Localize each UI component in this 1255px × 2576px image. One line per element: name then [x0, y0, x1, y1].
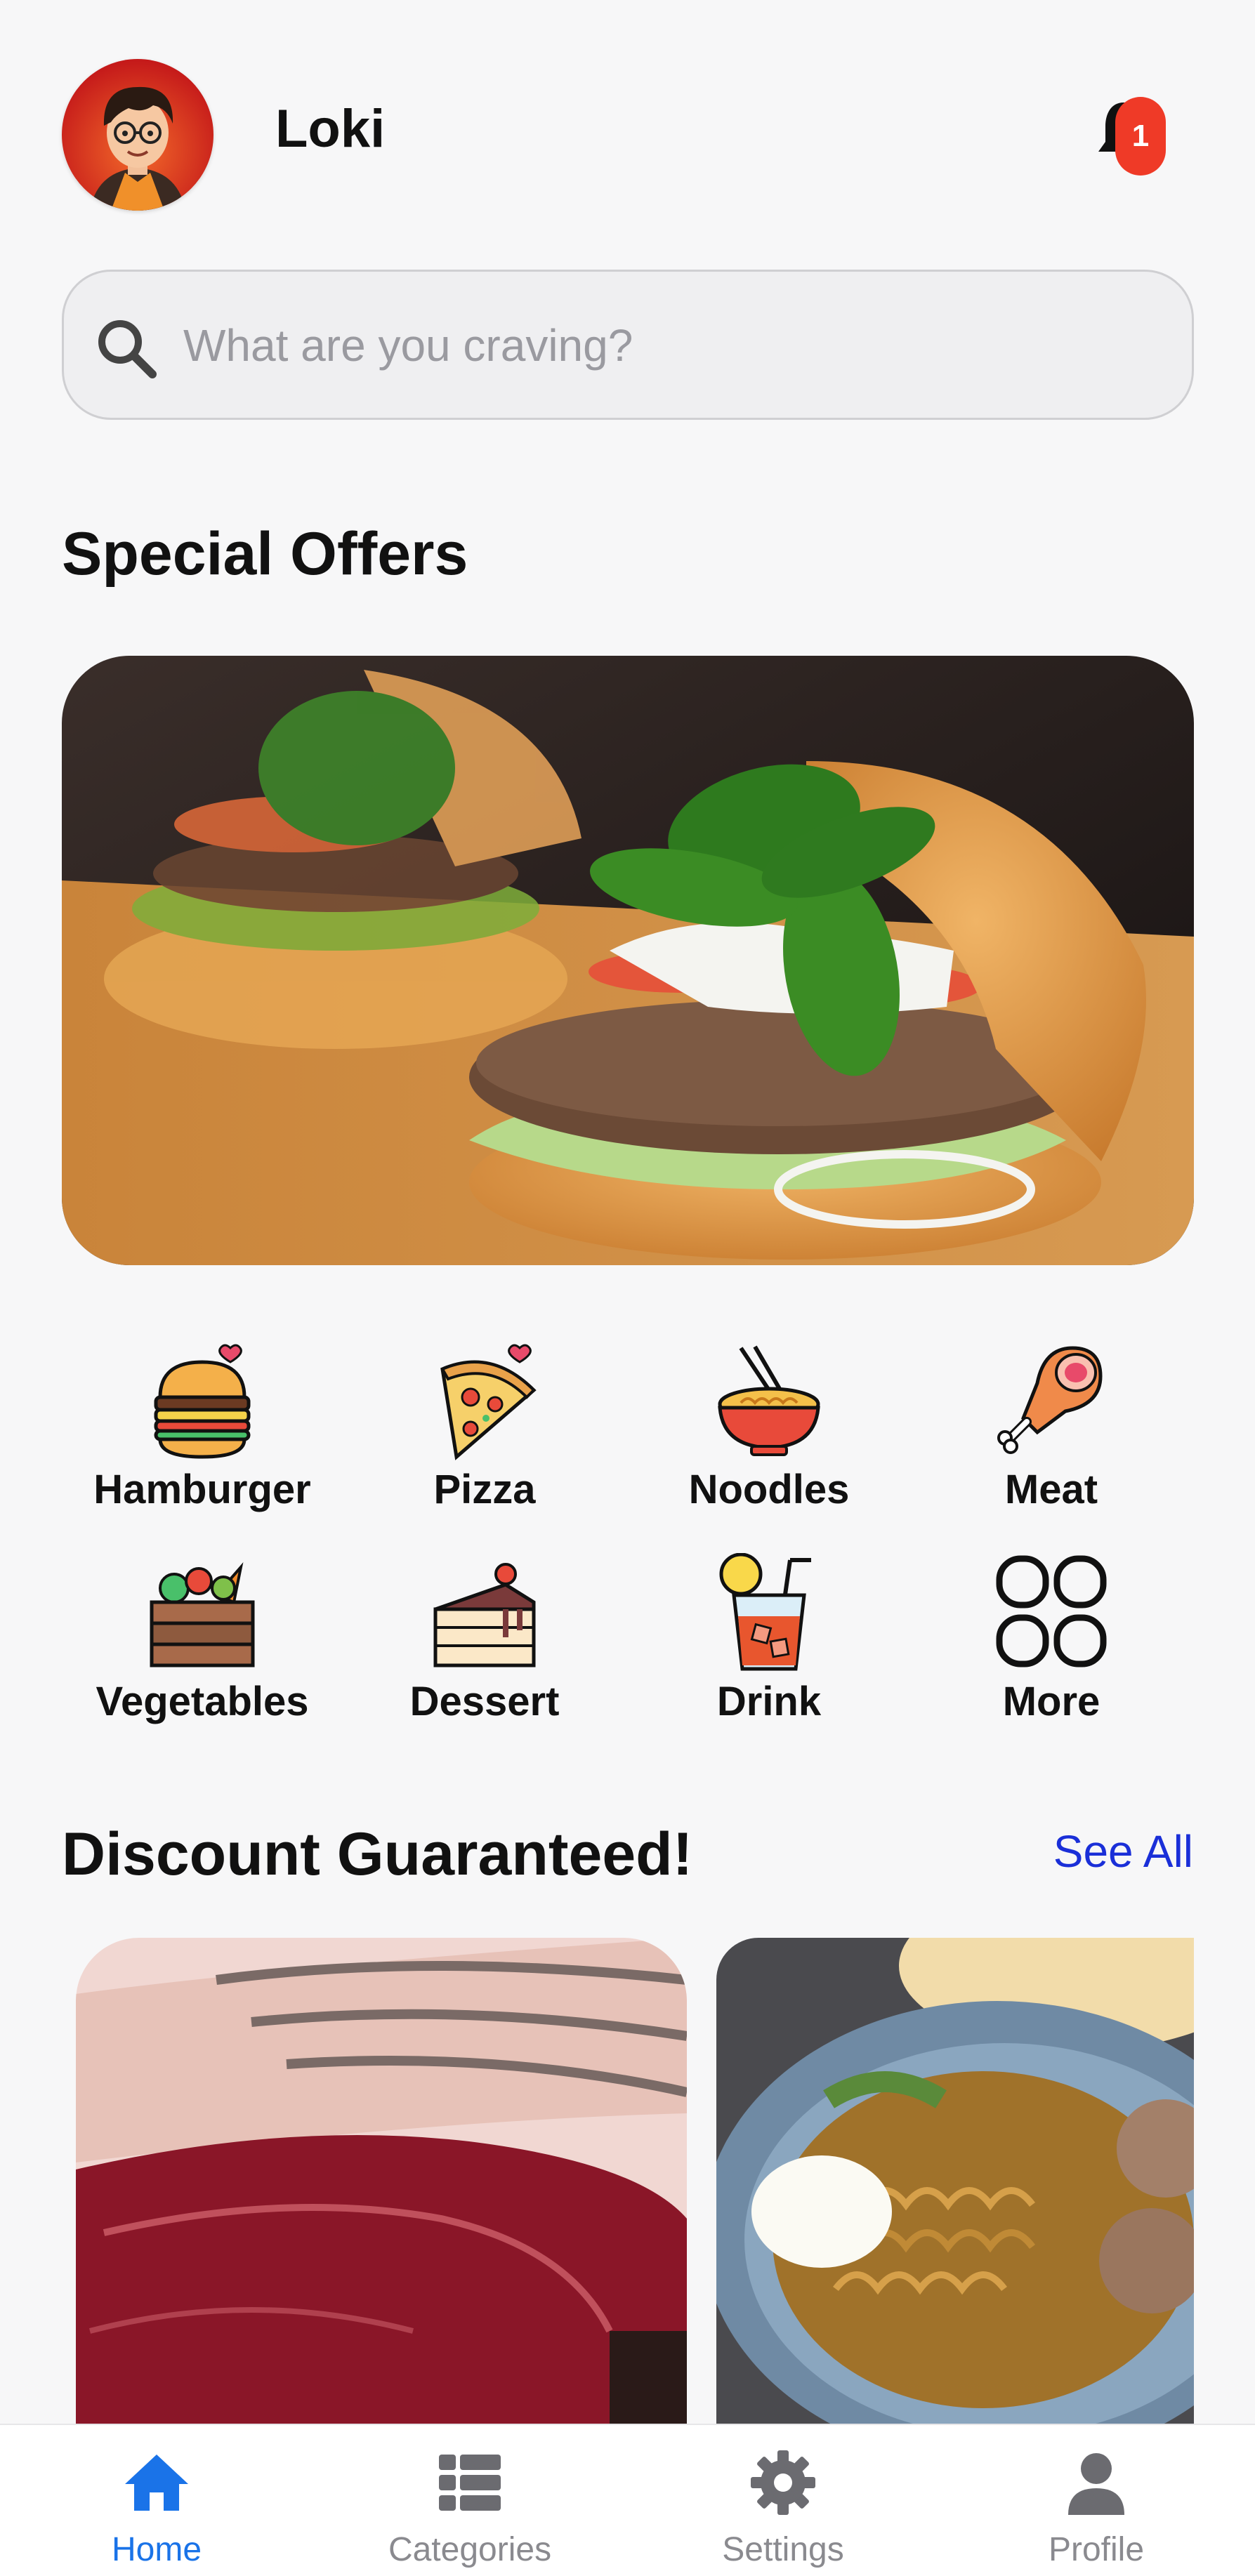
- category-drink[interactable]: Drink: [629, 1553, 909, 1757]
- notification-badge: 1: [1115, 97, 1166, 176]
- category-label: Hamburger: [93, 1467, 311, 1512]
- hamburger-icon: [154, 1344, 251, 1459]
- see-all-link[interactable]: See All: [1053, 1825, 1193, 1877]
- noodle-bowl-photo: [716, 1938, 1194, 2429]
- discount-card-meat[interactable]: [76, 1938, 687, 2429]
- gear-icon: [751, 2450, 815, 2515]
- list-icon: [439, 2455, 501, 2511]
- home-icon: [125, 2455, 188, 2511]
- noodles-icon: [718, 1345, 820, 1456]
- bottom-nav: Home Categories Settings Profile: [0, 2424, 1255, 2576]
- pizza-icon: [440, 1344, 537, 1460]
- dessert-icon: [433, 1563, 536, 1667]
- drink-icon: [719, 1553, 811, 1671]
- category-meat[interactable]: Meat: [911, 1341, 1192, 1545]
- category-hamburger[interactable]: Hamburger: [62, 1341, 343, 1545]
- notification-button[interactable]: 1: [1082, 91, 1173, 183]
- special-offer-banner[interactable]: [62, 656, 1194, 1265]
- nav-categories[interactable]: Categories: [313, 2425, 626, 2576]
- search-bar[interactable]: [62, 270, 1194, 420]
- discount-title: Discount Guaranteed!: [62, 1821, 693, 1888]
- user-name: Loki: [275, 99, 386, 159]
- category-pizza[interactable]: Pizza: [344, 1341, 625, 1545]
- category-label: Meat: [1004, 1467, 1098, 1512]
- category-label: More: [1002, 1679, 1100, 1724]
- burger-photo: [62, 656, 1194, 1265]
- nav-label: Home: [111, 2531, 202, 2568]
- avatar[interactable]: [62, 59, 213, 211]
- search-icon: [98, 320, 157, 378]
- steak-photo: [76, 1938, 687, 2429]
- nav-label: Profile: [1048, 2531, 1145, 2568]
- category-vegetables[interactable]: Vegetables: [62, 1553, 343, 1757]
- nav-label: Categories: [388, 2531, 552, 2568]
- category-label: Dessert: [409, 1679, 560, 1724]
- more-grid-icon: [996, 1555, 1107, 1667]
- nav-settings[interactable]: Settings: [626, 2425, 940, 2576]
- special-offers-title: Special Offers: [62, 520, 468, 588]
- category-noodles[interactable]: Noodles: [629, 1341, 909, 1545]
- nav-profile[interactable]: Profile: [940, 2425, 1253, 2576]
- discount-card-noodles[interactable]: [716, 1938, 1194, 2429]
- home-screen: Loki 1 Special Offers: [0, 0, 1255, 2576]
- category-label: Pizza: [433, 1467, 536, 1512]
- vegetables-icon: [150, 1562, 255, 1667]
- nav-home[interactable]: Home: [0, 2425, 313, 2576]
- meat-icon: [997, 1346, 1103, 1454]
- category-label: Noodles: [688, 1467, 850, 1512]
- category-label: Vegetables: [96, 1679, 309, 1724]
- nav-label: Settings: [722, 2531, 844, 2568]
- category-more[interactable]: More: [911, 1553, 1192, 1757]
- category-label: Drink: [716, 1679, 822, 1724]
- category-dessert[interactable]: Dessert: [344, 1553, 625, 1757]
- person-icon: [1068, 2453, 1124, 2515]
- search-input[interactable]: [183, 307, 1152, 384]
